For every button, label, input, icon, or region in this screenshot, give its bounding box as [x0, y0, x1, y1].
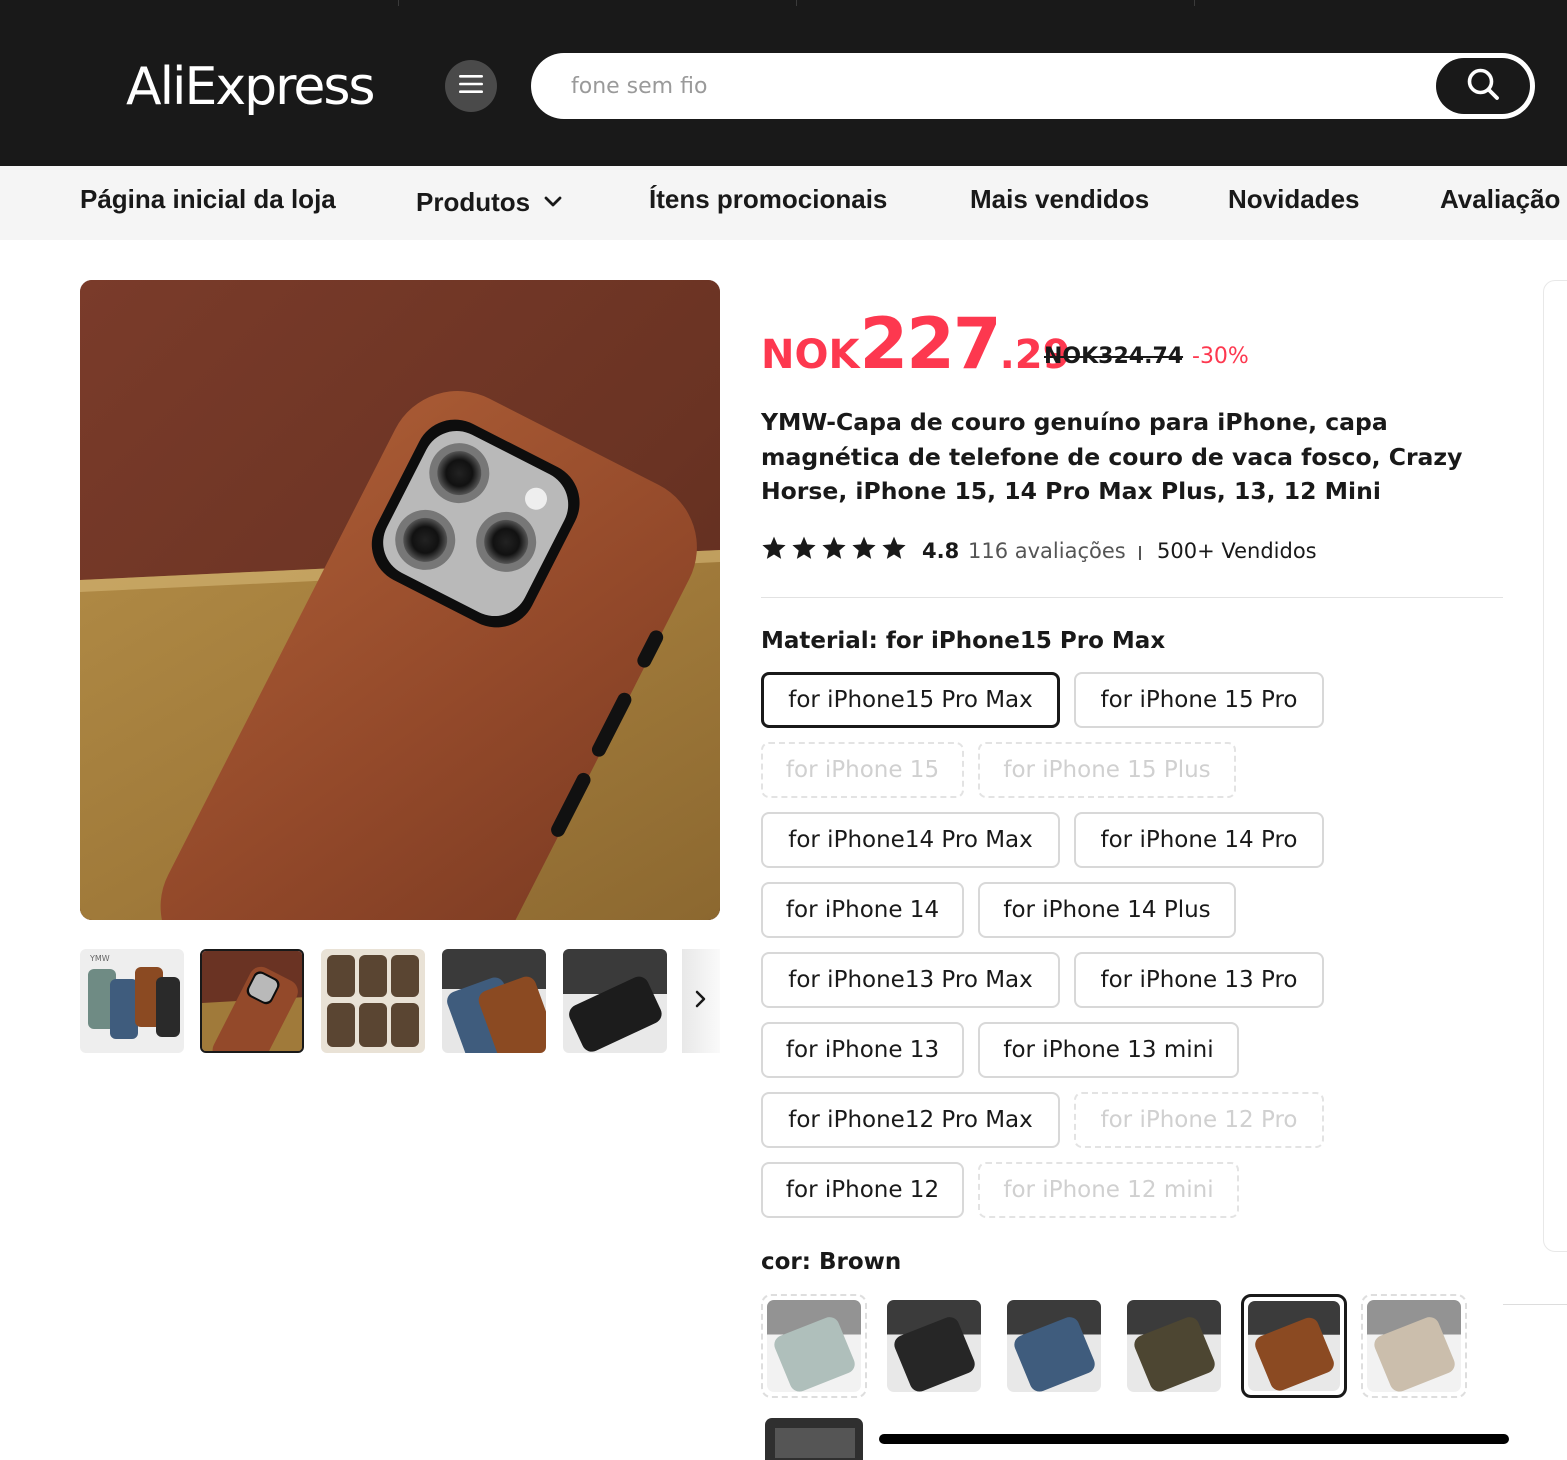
color-swatch-image	[1367, 1300, 1461, 1392]
star-rating[interactable]	[761, 535, 907, 561]
section-divider	[761, 597, 1503, 598]
site-header: AliExpress	[0, 0, 1567, 166]
horizontal-scrollbar[interactable]	[879, 1434, 1509, 1444]
material-label-prefix: Material:	[761, 628, 886, 654]
color-swatch[interactable]	[1121, 1294, 1227, 1398]
gallery-thumbnail[interactable]: YMW	[80, 949, 184, 1053]
star-icon	[762, 536, 786, 559]
material-option: for iPhone 15	[761, 742, 964, 798]
color-swatch-image	[1248, 1301, 1340, 1391]
hamburger-menu-icon	[459, 74, 483, 98]
reviews-link[interactable]: 116 avaliações	[968, 539, 1126, 563]
svg-text:YMW: YMW	[89, 954, 110, 963]
material-selected-value: for iPhone15 Pro Max	[885, 628, 1166, 654]
nav-new-arrivals[interactable]: Novidades	[1228, 184, 1360, 214]
material-option: for iPhone 15 Plus	[978, 742, 1236, 798]
price-currency: NOK	[761, 332, 860, 378]
gallery-thumbnail-selected[interactable]	[200, 949, 304, 1053]
star-icon	[792, 536, 816, 559]
color-swatch	[761, 1294, 867, 1398]
material-option[interactable]: for iPhone 13 mini	[978, 1022, 1239, 1078]
material-option[interactable]: for iPhone14 Pro Max	[761, 812, 1060, 868]
material-option[interactable]: for iPhone15 Pro Max	[761, 672, 1060, 728]
color-selected-value: Brown	[818, 1249, 902, 1275]
main-product-image[interactable]	[80, 280, 720, 920]
color-swatch-image	[887, 1300, 981, 1392]
header-divider	[398, 0, 399, 6]
separator	[1139, 546, 1141, 560]
chevron-down-icon	[544, 184, 562, 214]
gallery-thumbnail[interactable]	[321, 949, 425, 1053]
color-swatch[interactable]	[761, 1414, 867, 1460]
nav-products-label: Produtos	[416, 187, 531, 217]
color-swatch-image	[1007, 1300, 1101, 1392]
search-bar	[531, 53, 1535, 119]
material-option[interactable]: for iPhone 14 Pro	[1074, 812, 1324, 868]
color-label-prefix: cor:	[761, 1249, 819, 1275]
star-icon	[822, 536, 846, 559]
sold-count: 500+ Vendidos	[1157, 539, 1317, 563]
material-option: for iPhone 12 mini	[978, 1162, 1239, 1218]
material-option[interactable]: for iPhone 13 Pro	[1074, 952, 1324, 1008]
hamburger-menu-button[interactable]	[445, 60, 497, 112]
search-button[interactable]	[1436, 58, 1530, 114]
material-option: for iPhone 12 Pro	[1074, 1092, 1324, 1148]
gallery-thumbnail[interactable]	[442, 949, 546, 1053]
material-option[interactable]: for iPhone 12	[761, 1162, 964, 1218]
gallery-thumbnail[interactable]	[563, 949, 667, 1053]
material-option[interactable]: for iPhone 15 Pro	[1074, 672, 1324, 728]
nav-store-home[interactable]: Página inicial da loja	[80, 184, 336, 214]
header-divider	[796, 0, 797, 6]
original-price: NOK324.74	[1044, 344, 1184, 369]
color-swatch	[1361, 1294, 1467, 1398]
search-icon	[1465, 66, 1501, 106]
nav-best-sellers[interactable]: Mais vendidos	[970, 184, 1149, 214]
product-title: YMW-Capa de couro genuíno para iPhone, c…	[761, 408, 1463, 505]
color-label: cor: Brown	[761, 1249, 901, 1275]
material-option[interactable]: for iPhone12 Pro Max	[761, 1092, 1060, 1148]
search-input[interactable]	[571, 67, 1431, 105]
side-panel	[1543, 280, 1567, 1252]
header-divider	[1194, 0, 1195, 6]
color-swatch[interactable]	[881, 1294, 987, 1398]
side-divider	[1503, 1304, 1567, 1305]
color-swatch[interactable]	[1241, 1294, 1347, 1398]
store-navigation: Página inicial da loja Produtos Ítens pr…	[0, 166, 1567, 240]
material-option[interactable]: for iPhone 14 Plus	[978, 882, 1236, 938]
discount-badge: -30%	[1192, 344, 1249, 369]
logo-text: AliExpress	[126, 57, 376, 117]
nav-reviews[interactable]: Avaliação	[1440, 184, 1560, 214]
nav-promotional-items[interactable]: Ítens promocionais	[649, 184, 887, 214]
material-label: Material: for iPhone15 Pro Max	[761, 628, 1165, 654]
material-option[interactable]: for iPhone 14	[761, 882, 964, 938]
color-swatch[interactable]	[1001, 1294, 1107, 1398]
aliexpress-logo[interactable]: AliExpress	[126, 52, 376, 122]
material-option[interactable]: for iPhone 13	[761, 1022, 964, 1078]
star-icon	[882, 536, 906, 559]
star-icon	[852, 536, 876, 559]
color-swatch-image	[767, 1300, 861, 1392]
price-integer: 227	[859, 303, 1001, 385]
rating-value: 4.8	[922, 539, 960, 563]
gallery-next-button[interactable]	[682, 949, 720, 1053]
material-option[interactable]: for iPhone13 Pro Max	[761, 952, 1060, 1008]
chevron-right-icon	[695, 989, 707, 1014]
current-price: NOK227.29	[761, 303, 1070, 385]
nav-products[interactable]: Produtos	[416, 184, 562, 217]
color-swatch-image	[1127, 1300, 1221, 1392]
